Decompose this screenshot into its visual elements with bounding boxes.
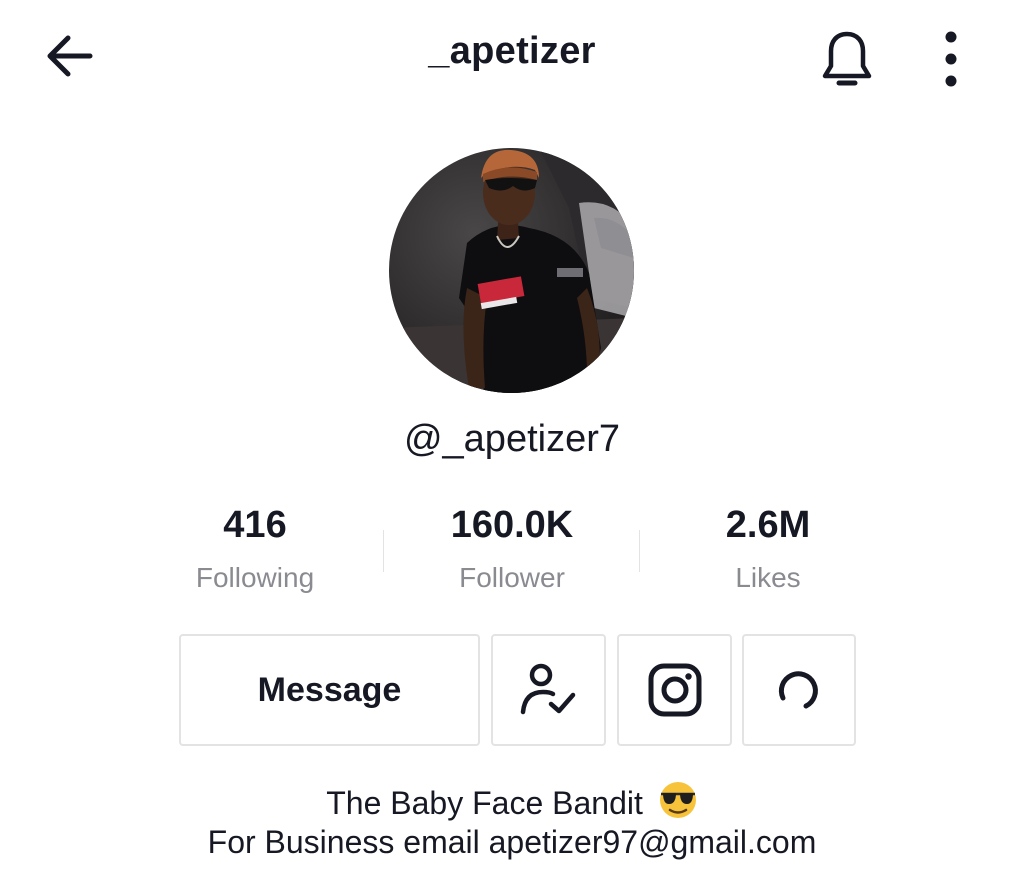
notification-button[interactable] bbox=[812, 26, 882, 90]
stat-following-label: Following bbox=[195, 562, 315, 593]
avatar[interactable] bbox=[389, 148, 634, 393]
bio-line-2: For Business email apetizer97@gmail.com bbox=[207, 824, 817, 860]
stat-followers-label: Follower bbox=[459, 562, 565, 593]
stat-divider bbox=[639, 530, 640, 572]
stat-following-count: 416 bbox=[223, 504, 287, 546]
bell-icon bbox=[822, 31, 872, 86]
loading-spinner-icon bbox=[778, 671, 818, 709]
bio-text: The Baby Face Bandit bbox=[326, 785, 643, 821]
stat-followers[interactable]: 160.0K Follower bbox=[387, 500, 637, 594]
top-bar: _apetizer bbox=[0, 0, 1024, 112]
stat-following[interactable]: 416 Following bbox=[130, 500, 380, 594]
stat-likes[interactable]: 2.6M Likes bbox=[643, 500, 893, 594]
profile-handle: @_apetizer7 bbox=[403, 418, 621, 460]
stat-likes-count: 2.6M bbox=[725, 504, 811, 546]
instagram-icon bbox=[648, 663, 701, 717]
stat-likes-label: Likes bbox=[735, 562, 801, 593]
stat-followers-count: 160.0K bbox=[450, 504, 574, 546]
profile-photo bbox=[389, 148, 634, 393]
message-button[interactable]: Message bbox=[179, 634, 480, 746]
more-vertical-icon bbox=[945, 31, 957, 87]
sunglasses-emoji bbox=[659, 782, 696, 818]
loading-button[interactable] bbox=[742, 634, 856, 746]
instagram-button[interactable] bbox=[617, 634, 732, 746]
bio-line-1: The Baby Face Bandit bbox=[0, 780, 1024, 822]
more-options-button[interactable] bbox=[926, 26, 976, 90]
following-status-button[interactable] bbox=[491, 634, 606, 746]
stat-divider bbox=[383, 530, 384, 572]
user-check-icon bbox=[520, 663, 575, 715]
